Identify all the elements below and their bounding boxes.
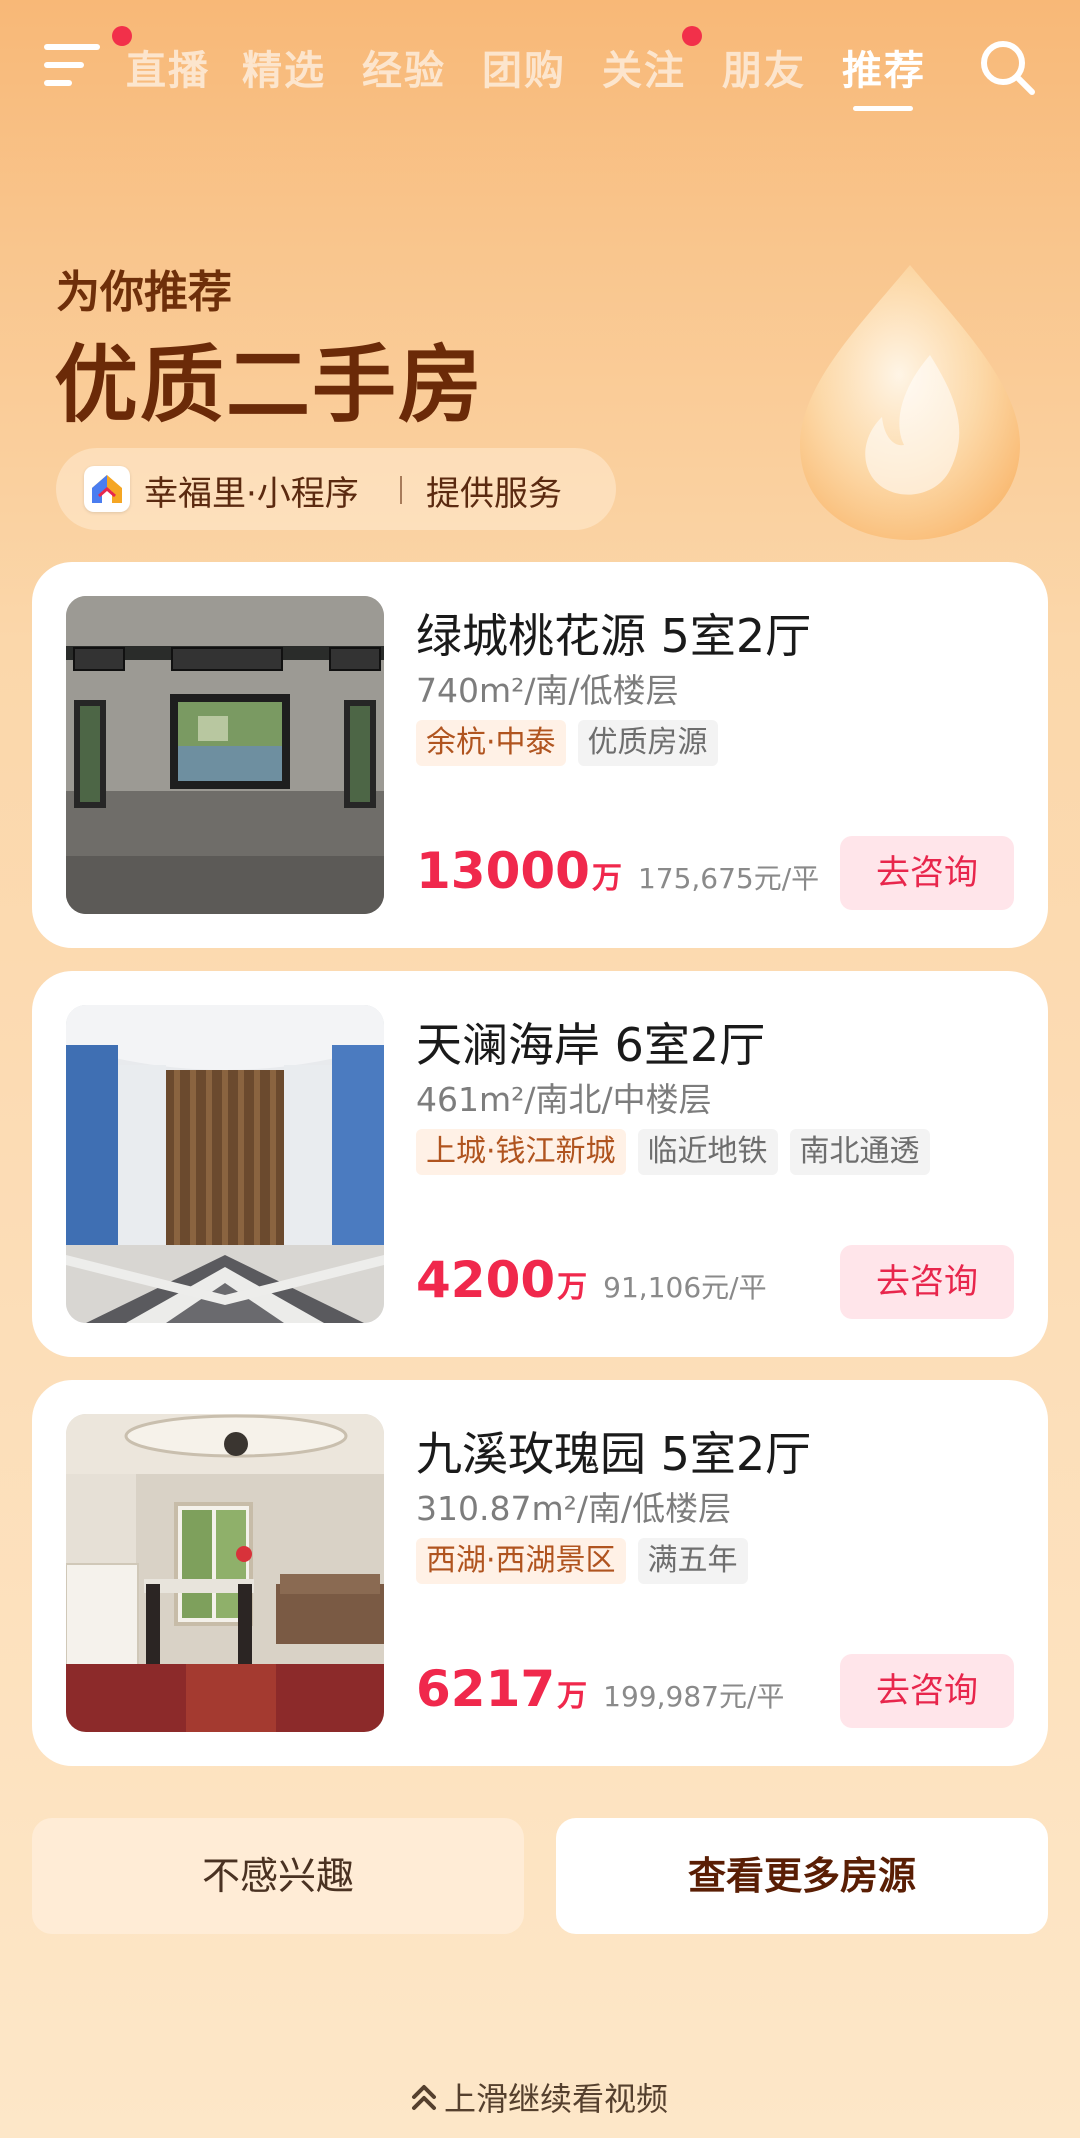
swipe-up-text: 上滑继续看视频 (444, 2080, 669, 2118)
feature-tag: 优质房源 (577, 720, 718, 766)
listing-spec: 740m²/南/低楼层 (416, 671, 679, 710)
listing-photo[interactable] (66, 1005, 384, 1323)
section-subtitle: 为你推荐 (56, 267, 232, 318)
total-price: 6217 (416, 1660, 556, 1718)
provider-suffix: 提供服务 (426, 474, 562, 514)
listing-card[interactable]: 绿城桃花源 5室2厅 740m²/南/低楼层 余杭·中泰 优质房源 13000万… (32, 562, 1048, 948)
price-unit: 万 (557, 1270, 588, 1305)
total-price: 13000 (416, 842, 590, 900)
listing-spec: 461m²/南北/中楼层 (416, 1080, 712, 1119)
total-price: 4200 (416, 1251, 556, 1309)
provider-badge[interactable]: 幸福里·小程序 提供服务 (56, 448, 616, 530)
price-unit: 万 (557, 1679, 588, 1714)
consult-button[interactable]: 去咨询 (840, 836, 1014, 910)
tab-following[interactable]: 关注 (602, 38, 686, 96)
top-navigation: 直播 精选 经验 团购 关注 朋友 推荐 (0, 0, 1080, 130)
tab-recommend[interactable]: 推荐 (842, 38, 926, 96)
menu-icon[interactable] (44, 42, 102, 88)
feature-tag: 临近地铁 (637, 1129, 778, 1175)
flame-icon (780, 255, 1040, 545)
location-tag: 上城·钱江新城 (416, 1129, 626, 1175)
tab-experience[interactable]: 经验 (362, 38, 446, 96)
view-more-listings-button[interactable]: 查看更多房源 (556, 1818, 1048, 1934)
swipe-up-hint[interactable]: 上滑继续看视频 (410, 2074, 668, 2120)
tab-group-buy[interactable]: 团购 (482, 38, 566, 96)
listing-card[interactable]: 天澜海岸 6室2厅 461m²/南北/中楼层 上城·钱江新城 临近地铁 南北通透… (32, 971, 1048, 1357)
listing-tags: 余杭·中泰 优质房源 (416, 720, 718, 766)
price-row: 6217万 199,987元/平 (416, 1660, 784, 1718)
consult-button[interactable]: 去咨询 (840, 1654, 1014, 1728)
active-tab-indicator (853, 106, 913, 111)
listing-photo[interactable] (66, 1414, 384, 1732)
price-row: 13000万 175,675元/平 (416, 842, 819, 900)
listing-name: 九溪玫瑰园 5室2厅 (416, 1427, 812, 1481)
unit-price: 91,106元/平 (603, 1271, 767, 1304)
listing-photo[interactable] (66, 596, 384, 914)
tab-featured[interactable]: 精选 (242, 38, 326, 96)
consult-button[interactable]: 去咨询 (840, 1245, 1014, 1319)
feature-tag: 满五年 (637, 1538, 748, 1584)
listing-tags: 上城·钱江新城 临近地铁 南北通透 (416, 1129, 930, 1175)
unit-price: 175,675元/平 (637, 862, 820, 895)
listing-tags: 西湖·西湖景区 满五年 (416, 1538, 748, 1584)
price-row: 4200万 91,106元/平 (416, 1251, 767, 1309)
page-title: 优质二手房 (54, 336, 485, 434)
provider-name: 幸福里·小程序 (144, 474, 359, 514)
location-tag: 余杭·中泰 (416, 720, 566, 766)
location-tag: 西湖·西湖景区 (416, 1538, 626, 1584)
house-logo-icon (84, 466, 130, 512)
double-chevron-up-icon (412, 2085, 436, 2110)
price-unit: 万 (591, 861, 622, 896)
feature-tag: 南北通透 (789, 1129, 930, 1175)
tab-friends[interactable]: 朋友 (722, 38, 806, 96)
listing-card[interactable]: 九溪玫瑰园 5室2厅 310.87m²/南/低楼层 西湖·西湖景区 满五年 62… (32, 1380, 1048, 1766)
tab-live[interactable]: 直播 (126, 38, 210, 96)
not-interested-button[interactable]: 不感兴趣 (32, 1818, 524, 1934)
provider-divider (400, 476, 402, 504)
search-icon[interactable] (978, 38, 1038, 98)
listing-name: 绿城桃花源 5室2厅 (416, 609, 812, 663)
listing-spec: 310.87m²/南/低楼层 (416, 1489, 732, 1528)
listing-name: 天澜海岸 6室2厅 (416, 1018, 766, 1072)
following-notification-dot (682, 26, 702, 46)
unit-price: 199,987元/平 (603, 1680, 785, 1713)
